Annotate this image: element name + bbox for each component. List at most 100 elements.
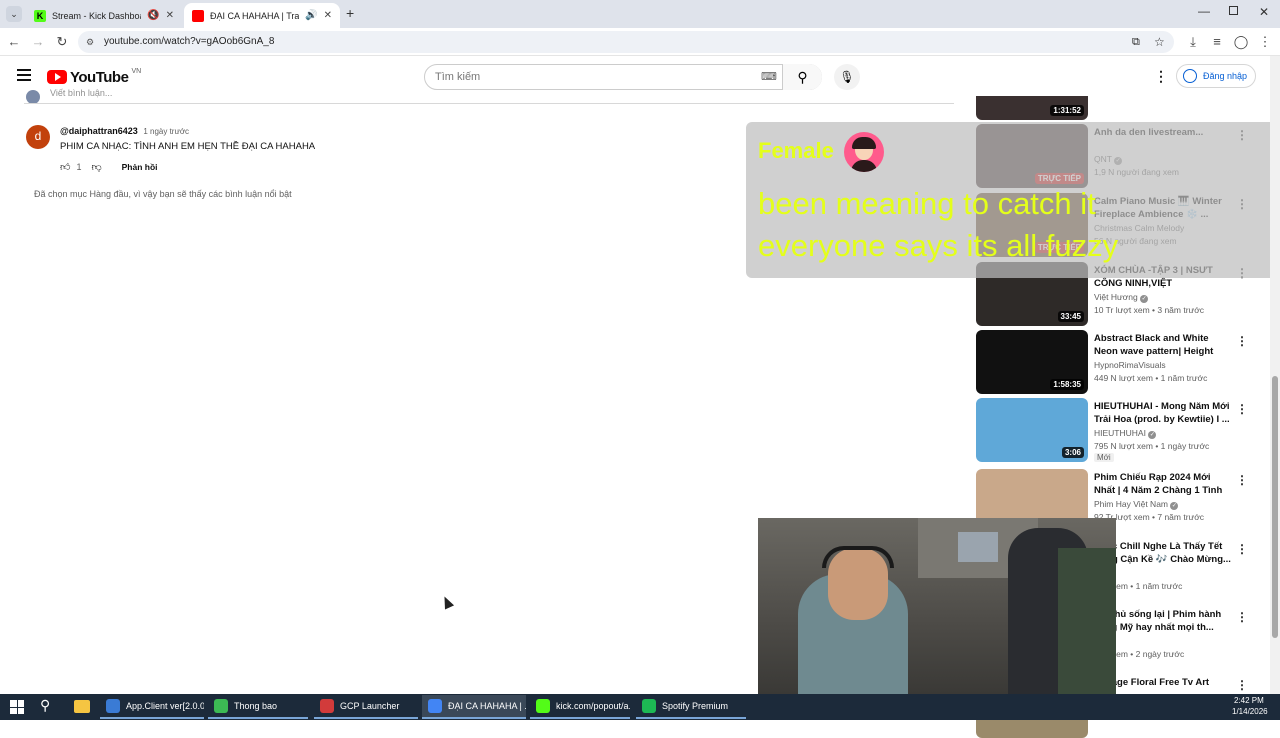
- video-channel[interactable]: HypnoRimaVisuals: [1094, 360, 1166, 370]
- taskbar-app-item[interactable]: Spotify Premium: [636, 695, 746, 719]
- video-title[interactable]: Phim Chiếu Rạp 2024 Mới Nhất | 4 Năm 2 C…: [1094, 471, 1234, 497]
- video-thumbnail[interactable]: 1:58:35: [976, 330, 1088, 394]
- settings-more-icon[interactable]: ⋮: [1154, 68, 1168, 85]
- keyboard-icon[interactable]: ⌨: [761, 65, 777, 89]
- new-badge: Mới: [1094, 453, 1114, 462]
- taskbar-search-icon[interactable]: ⚲: [40, 697, 50, 714]
- new-tab-plus-icon[interactable]: +: [346, 5, 354, 21]
- like-thumb-icon[interactable]: 👍︎: [60, 161, 70, 173]
- search-input[interactable]: Tìm kiếm ⌨: [424, 64, 822, 90]
- profile-icon[interactable]: ◯: [1233, 34, 1249, 50]
- back-arrow-icon[interactable]: ←: [6, 34, 22, 50]
- voice-search-button[interactable]: 🎙: [834, 64, 860, 90]
- tab-close-icon[interactable]: ✕: [166, 10, 174, 21]
- taskbar-app-icon: [428, 699, 442, 713]
- taskbar-time[interactable]: 2:42 PM: [1234, 696, 1264, 705]
- sidebar-partial-thumbnail[interactable]: 1:31:52: [976, 96, 1088, 120]
- close-icon[interactable]: ✕: [1259, 5, 1269, 19]
- restore-icon[interactable]: [1229, 6, 1238, 15]
- tab-youtube-video[interactable]: ĐẠI CA HAHAHA | Trailer Ả 🔊 ✕: [184, 3, 340, 28]
- taskbar-app-icon: [214, 699, 228, 713]
- dislike-thumb-icon[interactable]: 👎︎: [91, 161, 101, 173]
- taskbar-app-label: GCP Launcher: [340, 701, 400, 711]
- browser-toolbar: ← → ↻ ⚙ youtube.com/watch?v=gAOob6GnA_8 …: [0, 28, 1280, 56]
- windows-start-icon[interactable]: [10, 700, 24, 714]
- youtube-favicon-icon: [192, 9, 204, 22]
- taskbar-date[interactable]: 1/14/2026: [1232, 707, 1268, 716]
- video-title[interactable]: HIEUTHUHAI - Mong Năm Mới Trải Hoa (prod…: [1094, 400, 1234, 426]
- duration-badge: 1:58:35: [1050, 379, 1084, 390]
- install-app-icon[interactable]: ⧉: [1132, 31, 1140, 53]
- reply-button[interactable]: Phản hồi: [122, 162, 158, 172]
- video-title[interactable]: Abstract Black and White Neon wave patte…: [1094, 332, 1234, 358]
- scrollbar-thumb[interactable]: [1272, 376, 1278, 638]
- download-icon[interactable]: ⤓: [1185, 34, 1201, 50]
- forward-arrow-icon[interactable]: →: [30, 34, 46, 50]
- taskbar-app-item[interactable]: App.Client ver[2.0.0]: [100, 695, 204, 719]
- url-text: youtube.com/watch?v=gAOob6GnA_8: [104, 36, 275, 47]
- webcam-feed: [758, 518, 1116, 694]
- video-thumbnail[interactable]: 3:06: [976, 398, 1088, 462]
- tab-kick-dashboard[interactable]: K Stream - Kick Dashboard 🔇 ✕: [26, 3, 182, 28]
- add-comment-placeholder[interactable]: Viết bình luận...: [50, 88, 112, 98]
- youtube-logo-text: YouTube: [70, 68, 129, 86]
- video-more-actions-icon[interactable]: ⋮: [1236, 334, 1248, 348]
- taskbar-app-label: App.Client ver[2.0.0]: [126, 701, 204, 711]
- video-more-actions-icon[interactable]: ⋮: [1236, 542, 1248, 556]
- video-more-actions-icon[interactable]: ⋮: [1236, 610, 1248, 624]
- address-bar[interactable]: ⚙ youtube.com/watch?v=gAOob6GnA_8 ⧉ ☆: [78, 31, 1174, 53]
- video-meta: 795 N lượt xem • 1 ngày trước: [1094, 441, 1210, 451]
- media-controls-icon[interactable]: ≡: [1209, 34, 1225, 50]
- youtube-play-icon: [47, 70, 67, 84]
- channel-name: Phim Hay Việt Nam: [1094, 499, 1169, 509]
- reload-icon[interactable]: ↻: [54, 34, 70, 50]
- hamburger-menu-icon[interactable]: [17, 69, 31, 81]
- youtube-logo[interactable]: YouTube VN: [47, 68, 141, 86]
- sign-in-button[interactable]: Đăng nhập: [1176, 64, 1256, 88]
- bookmark-star-icon[interactable]: ☆: [1154, 31, 1165, 53]
- related-video-item[interactable]: 1:58:35 Abstract Black and White Neon wav…: [976, 330, 1266, 394]
- audio-playing-icon[interactable]: 🔊: [305, 10, 317, 21]
- taskbar-app-label: Spotify Premium: [662, 701, 729, 711]
- video-channel[interactable]: HIEUTHUHAI ✓: [1094, 428, 1157, 439]
- comment-time[interactable]: 1 ngày trước: [143, 127, 189, 136]
- video-channel[interactable]: Việt Hương ✓: [1094, 292, 1149, 303]
- video-more-actions-icon[interactable]: ⋮: [1236, 473, 1248, 487]
- video-channel[interactable]: Phim Hay Việt Nam ✓: [1094, 499, 1179, 510]
- tab-title: ĐẠI CA HAHAHA | Trailer Ả: [210, 10, 300, 21]
- search-button[interactable]: ⚲: [782, 64, 822, 90]
- comment-author[interactable]: @daiphattran6423: [60, 126, 138, 136]
- site-settings-icon[interactable]: ⚙: [86, 31, 94, 53]
- taskbar-app-item[interactable]: kick.com/popout/a...: [530, 695, 630, 719]
- comment-author-avatar[interactable]: d: [26, 125, 50, 149]
- taskbar-app-label: kick.com/popout/a...: [556, 701, 630, 711]
- muted-audio-icon[interactable]: 🔇: [147, 10, 159, 21]
- comment-header: @daiphattran6423 1 ngày trước: [60, 126, 189, 136]
- gender-label: Female: [758, 138, 834, 163]
- related-video-item[interactable]: 3:06 HIEUTHUHAI - Mong Năm Mới Trải Hoa (…: [976, 398, 1266, 462]
- mouse-cursor-icon: [439, 594, 455, 610]
- file-explorer-icon[interactable]: [74, 700, 90, 713]
- tab-title: Stream - Kick Dashboard: [52, 10, 141, 21]
- taskbar-app-icon: [106, 699, 120, 713]
- caption-line-1: been meaning to catch it: [758, 186, 1096, 221]
- taskbar-app-item[interactable]: GCP Launcher: [314, 695, 418, 719]
- browser-menu-icon[interactable]: ⋮: [1257, 34, 1273, 50]
- account-circle-icon: [1183, 69, 1197, 83]
- like-count: 1: [76, 162, 82, 172]
- page-scrollbar[interactable]: [1270, 56, 1280, 694]
- channel-name: Việt Hương: [1094, 292, 1138, 302]
- sign-in-label: Đăng nhập: [1203, 71, 1248, 81]
- tab-close-icon[interactable]: ✕: [324, 10, 332, 21]
- search-icon: ⚲: [797, 69, 808, 85]
- video-more-actions-icon[interactable]: ⋮: [1236, 402, 1248, 416]
- video-more-actions-icon[interactable]: ⋮: [1236, 678, 1248, 692]
- tab-search-chevron-icon[interactable]: ⌄: [6, 6, 22, 22]
- region-code: VN: [131, 67, 142, 75]
- taskbar-app-item[interactable]: ĐẠI CA HAHAHA | ...: [422, 695, 526, 719]
- duration-badge: 3:06: [1061, 447, 1084, 458]
- verified-check-icon: ✓: [1148, 431, 1157, 439]
- minimize-icon[interactable]: —: [1198, 4, 1210, 18]
- taskbar-app-item[interactable]: Thong bao: [208, 695, 308, 719]
- duration-badge: 33:45: [1057, 311, 1084, 322]
